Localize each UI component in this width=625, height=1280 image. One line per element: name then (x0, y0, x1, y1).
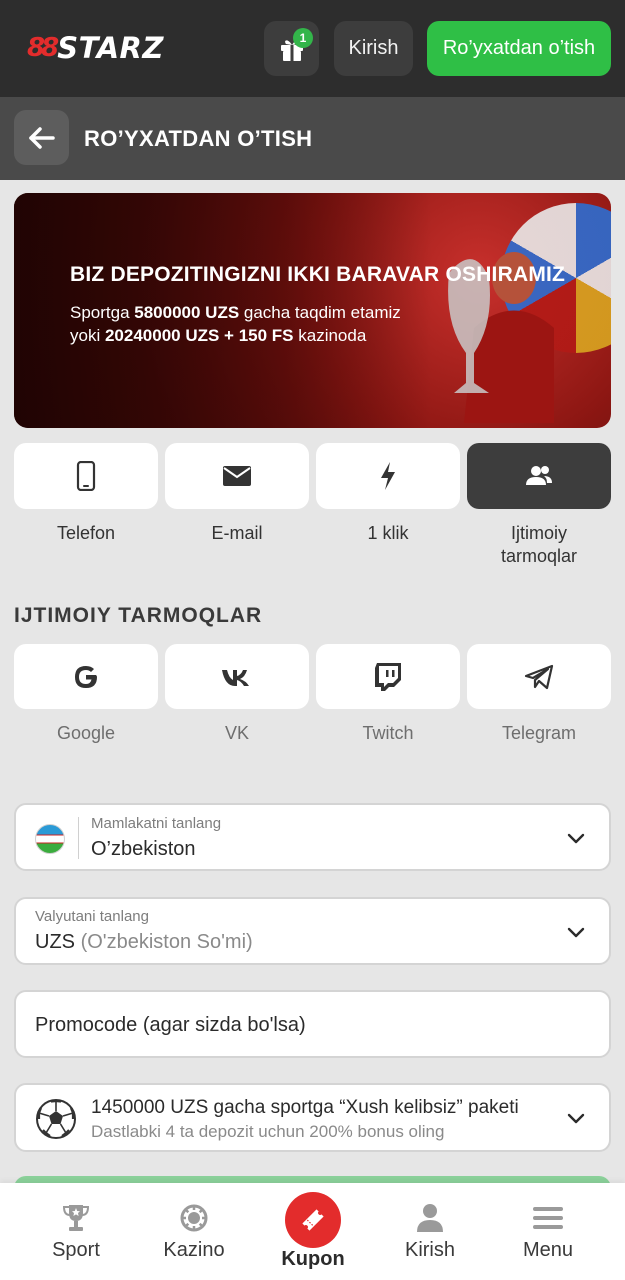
users-icon (526, 466, 552, 485)
tab-social-label-line1: Ijtimoiy (510, 523, 567, 543)
twitch-label: Twitch (362, 723, 414, 743)
tab-email[interactable] (165, 443, 309, 509)
chevron-down-icon (567, 1113, 585, 1124)
currency-select-value: UZS (O'zbekiston So'mi) (35, 931, 253, 954)
banner-line2-suffix: kazinoda (293, 326, 367, 345)
telegram-label: Telegram (501, 723, 577, 743)
vk-button[interactable] (165, 644, 309, 709)
nav-kazino-label: Kazino (163, 1239, 225, 1261)
tab-phone[interactable] (14, 443, 158, 509)
currency-select-label: Valyutani tanlang (35, 908, 149, 925)
country-select-value: O’zbekiston (91, 838, 196, 860)
gift-button[interactable]: 1 (264, 21, 319, 76)
nav-kirish-label: Kirish (404, 1239, 455, 1261)
vk-icon (222, 669, 249, 686)
google-icon (75, 665, 97, 688)
country-select-label: Mamlakatni tanlang (91, 815, 222, 832)
promo-banner[interactable]: BIZ DEPOZITINGIZNI IKKI BARAVAR OSHIRAMI… (14, 193, 611, 428)
uzbekistan-flag-icon (35, 824, 65, 854)
nav-sport-label: Sport (52, 1239, 100, 1261)
top-header: 88 STARZ 1 Kirish Ro’yxatdan o’tish (0, 0, 625, 97)
tab-social[interactable] (467, 443, 611, 509)
twitch-icon (375, 662, 401, 691)
logo[interactable]: 88 STARZ (27, 30, 164, 66)
trophy-icon (62, 1205, 90, 1231)
casino-chip-icon (180, 1204, 208, 1232)
currency-name: (O'zbekiston So'mi) (80, 931, 253, 953)
nav-kupon-label[interactable]: Kupon (257, 1248, 369, 1271)
bonus-select[interactable]: 1450000 UZS gacha sportga “Xush kelibsiz… (14, 1083, 611, 1152)
nav-kirish[interactable]: Kirish (375, 1183, 485, 1280)
logo-mark: 88 (27, 33, 59, 63)
nav-kazino[interactable]: Kazino (139, 1183, 249, 1280)
telegram-icon (524, 664, 554, 689)
page-title: RO’YXATDAN O’TISH (84, 126, 313, 151)
banner-headline: BIZ DEPOZITINGIZNI IKKI BARAVAR OSHIRAMI… (70, 263, 566, 286)
ticket-icon (302, 1209, 324, 1231)
banner-line1-prefix: Sportga (70, 303, 135, 322)
country-select[interactable]: Mamlakatni tanlang O’zbekiston (14, 803, 611, 871)
banner-line1-suffix: gacha taqdim etamiz (239, 303, 401, 322)
banner-line2-prefix: yoki (70, 326, 105, 345)
vk-label: VK (224, 723, 249, 743)
register-button[interactable]: Ro’yxatdan o’tish (427, 21, 611, 76)
nav-sport[interactable]: Sport (21, 1183, 131, 1280)
soccer-ball-icon (36, 1099, 76, 1139)
phone-icon (76, 461, 96, 491)
tab-social-label: Ijtimoiy tarmoqlar (467, 522, 611, 568)
hamburger-icon (533, 1207, 563, 1229)
banner-line1-amount: 5800000 UZS (134, 303, 240, 322)
chevron-down-icon (567, 927, 585, 938)
twitch-button[interactable] (316, 644, 460, 709)
chevron-down-icon (567, 833, 585, 844)
google-label: Google (56, 723, 116, 743)
telegram-button[interactable] (467, 644, 611, 709)
tab-one-click-label: 1 klik (367, 523, 409, 543)
currency-code: UZS (35, 931, 75, 953)
arrow-left-icon (28, 126, 55, 149)
tab-email-label: E-mail (211, 523, 263, 543)
tab-phone-label: Telefon (56, 523, 116, 543)
nav-menu-label: Menu (522, 1239, 574, 1261)
bonus-subtitle: Dastlabki 4 ta depozit uchun 200% bonus … (91, 1122, 445, 1141)
promocode-input[interactable]: Promocode (agar sizda bo'lsa) (14, 990, 611, 1058)
banner-line2-amount: 20240000 UZS + 150 FS (104, 326, 294, 345)
logo-word: STARZ (57, 31, 164, 65)
nav-menu[interactable]: Menu (493, 1183, 603, 1280)
back-button[interactable] (14, 110, 69, 165)
banner-line-casino: yoki 20240000 UZS + 150 FS kazinoda (70, 326, 366, 346)
flag-divider (78, 817, 79, 859)
promocode-placeholder: Promocode (agar sizda bo'lsa) (35, 1014, 306, 1036)
login-button[interactable]: Kirish (334, 21, 413, 76)
banner-line-sport: Sportga 5800000 UZS gacha taqdim etamiz (70, 303, 401, 323)
bonus-title: 1450000 UZS gacha sportga “Xush kelibsiz… (91, 1097, 519, 1118)
user-icon (417, 1204, 443, 1232)
tab-one-click[interactable] (316, 443, 460, 509)
gift-count-badge: 1 (293, 28, 313, 48)
envelope-icon (223, 466, 251, 486)
lightning-icon (381, 462, 395, 490)
tab-social-label-line2: tarmoqlar (500, 546, 578, 566)
social-section-title: IJTIMOIY TARMOQLAR (14, 604, 263, 627)
google-button[interactable] (14, 644, 158, 709)
title-bar: RO’YXATDAN O’TISH (0, 97, 625, 180)
nav-kupon-button[interactable] (285, 1192, 341, 1248)
currency-select[interactable]: Valyutani tanlang UZS (O'zbekiston So'mi… (14, 897, 611, 965)
